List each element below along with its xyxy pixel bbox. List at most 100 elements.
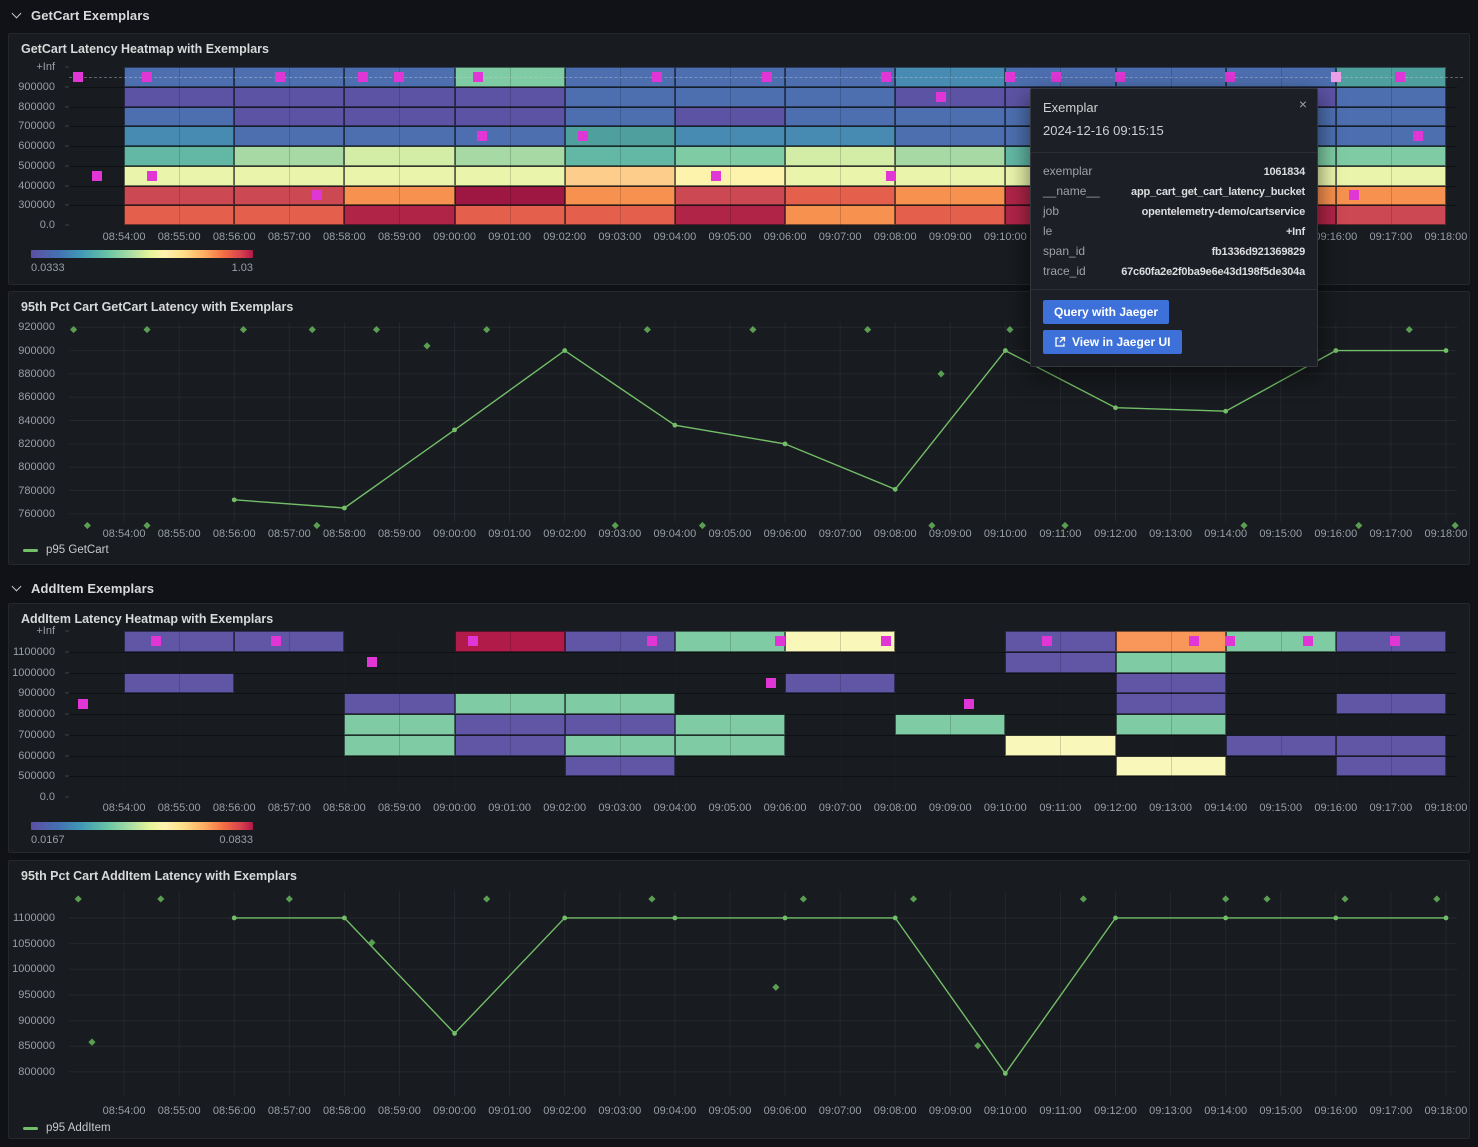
exemplar-diamond[interactable] — [1341, 895, 1348, 902]
exemplar-marker[interactable] — [1395, 72, 1405, 82]
y-axis-label: 400000 — [18, 180, 55, 192]
section-header-getcart[interactable]: GetCart Exemplars — [0, 0, 1478, 30]
close-icon[interactable]: × — [1299, 97, 1307, 111]
exemplar-marker[interactable] — [477, 131, 487, 141]
panel-title[interactable]: 95th Pct Cart GetCart Latency with Exemp… — [21, 300, 293, 314]
data-point[interactable] — [1223, 916, 1228, 921]
x-axis-label: 09:02:00 — [543, 1105, 586, 1117]
exemplar-diamond[interactable] — [974, 1042, 981, 1049]
exemplar-marker[interactable] — [647, 636, 657, 646]
exemplar-diamond[interactable] — [483, 895, 490, 902]
data-point[interactable] — [672, 916, 677, 921]
exemplar-marker[interactable] — [473, 72, 483, 82]
query-with-jaeger-button[interactable]: Query with Jaeger — [1043, 300, 1169, 324]
exemplar-diamond[interactable] — [423, 342, 430, 349]
exemplar-marker[interactable] — [881, 636, 891, 646]
data-point[interactable] — [783, 441, 788, 446]
exemplar-marker[interactable] — [92, 171, 102, 181]
exemplar-marker[interactable] — [271, 636, 281, 646]
data-point[interactable] — [452, 427, 457, 432]
exemplar-diamond[interactable] — [1263, 895, 1270, 902]
exemplar-diamond[interactable] — [1222, 895, 1229, 902]
data-point[interactable] — [1444, 916, 1449, 921]
exemplar-marker[interactable] — [394, 72, 404, 82]
data-point[interactable] — [1113, 916, 1118, 921]
exemplar-tooltip: Exemplar × 2024-12-16 09:15:15 exemplar1… — [1030, 88, 1318, 367]
exemplar-marker[interactable] — [1225, 636, 1235, 646]
x-axis-label: 09:05:00 — [709, 528, 752, 540]
x-axis-label: 09:03:00 — [598, 802, 641, 814]
exemplar-diamond[interactable] — [937, 370, 944, 377]
exemplar-diamond[interactable] — [1433, 895, 1440, 902]
exemplar-marker[interactable] — [1390, 636, 1400, 646]
exemplar-marker[interactable] — [358, 72, 368, 82]
exemplar-marker[interactable] — [711, 171, 721, 181]
data-point[interactable] — [1003, 348, 1008, 353]
exemplar-marker[interactable] — [762, 72, 772, 82]
exemplar-marker[interactable] — [151, 636, 161, 646]
exemplar-diamond[interactable] — [648, 895, 655, 902]
data-point[interactable] — [1333, 348, 1338, 353]
exemplar-marker[interactable] — [886, 171, 896, 181]
exemplar-marker[interactable] — [1189, 636, 1199, 646]
data-point[interactable] — [1223, 409, 1228, 414]
legend-item-p95-getcart[interactable]: p95 GetCart — [23, 544, 109, 556]
data-point[interactable] — [1003, 1071, 1008, 1076]
exemplar-marker[interactable] — [881, 72, 891, 82]
exemplar-diamond[interactable] — [800, 895, 807, 902]
exemplar-marker[interactable] — [142, 72, 152, 82]
exemplar-marker[interactable] — [652, 72, 662, 82]
y-axis-label: 800000 — [18, 461, 55, 473]
exemplar-marker[interactable] — [1115, 72, 1125, 82]
additem-heatmap-chart: +Inf110000010000009000008000007000006000… — [9, 604, 1469, 852]
exemplar-marker[interactable] — [312, 190, 322, 200]
data-point[interactable] — [893, 487, 898, 492]
exemplar-marker[interactable] — [964, 699, 974, 709]
exemplar-diamond[interactable] — [75, 895, 82, 902]
data-point[interactable] — [893, 916, 898, 921]
exemplar-marker[interactable] — [1413, 131, 1423, 141]
panel-title[interactable]: GetCart Latency Heatmap with Exemplars — [21, 42, 269, 56]
exemplar-marker[interactable] — [1005, 72, 1015, 82]
exemplar-marker[interactable] — [936, 92, 946, 102]
data-point[interactable] — [1444, 348, 1449, 353]
data-point[interactable] — [342, 506, 347, 511]
exemplar-marker[interactable] — [468, 636, 478, 646]
exemplar-marker[interactable] — [766, 678, 776, 688]
exemplar-diamond[interactable] — [157, 895, 164, 902]
exemplar-marker[interactable] — [367, 657, 377, 667]
panel-additem-latency: 95th Pct Cart AddItem Latency with Exemp… — [8, 860, 1470, 1139]
view-in-jaeger-ui-button[interactable]: View in Jaeger UI — [1043, 330, 1182, 354]
exemplar-marker[interactable] — [78, 699, 88, 709]
exemplar-marker[interactable] — [578, 131, 588, 141]
exemplar-marker[interactable] — [1349, 190, 1359, 200]
legend-item-p95-additem[interactable]: p95 AddItem — [23, 1122, 111, 1134]
exemplar-marker[interactable] — [73, 72, 83, 82]
data-point[interactable] — [1333, 916, 1338, 921]
panel-title[interactable]: 95th Pct Cart AddItem Latency with Exemp… — [21, 869, 297, 883]
section-header-additem[interactable]: AddItem Exemplars — [0, 573, 1478, 603]
exemplar-diamond[interactable] — [772, 984, 779, 991]
data-point[interactable] — [232, 497, 237, 502]
exemplar-marker[interactable] — [1225, 72, 1235, 82]
exemplar-marker[interactable] — [275, 72, 285, 82]
data-point[interactable] — [562, 348, 567, 353]
exemplar-diamond[interactable] — [910, 895, 917, 902]
data-point[interactable] — [672, 423, 677, 428]
exemplar-marker[interactable] — [775, 636, 785, 646]
exemplar-marker[interactable] — [1051, 72, 1061, 82]
data-point[interactable] — [232, 916, 237, 921]
data-point[interactable] — [783, 916, 788, 921]
exemplar-marker[interactable] — [1042, 636, 1052, 646]
exemplar-marker[interactable] — [147, 171, 157, 181]
data-point[interactable] — [562, 916, 567, 921]
panel-title[interactable]: AddItem Latency Heatmap with Exemplars — [21, 612, 273, 626]
exemplar-marker[interactable] — [1331, 72, 1341, 82]
exemplar-diamond[interactable] — [88, 1039, 95, 1046]
data-point[interactable] — [452, 1031, 457, 1036]
data-point[interactable] — [342, 916, 347, 921]
exemplar-diamond[interactable] — [1080, 895, 1087, 902]
exemplar-marker[interactable] — [1303, 636, 1313, 646]
exemplar-diamond[interactable] — [286, 895, 293, 902]
data-point[interactable] — [1113, 405, 1118, 410]
